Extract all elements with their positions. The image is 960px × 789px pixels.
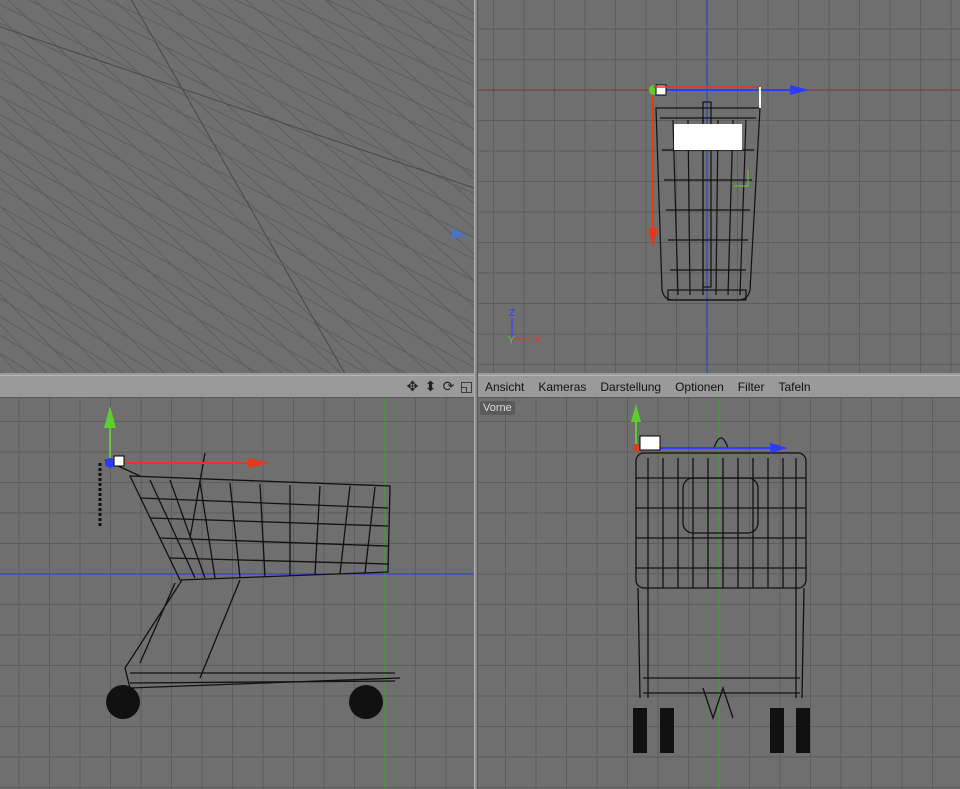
grid-line [0,297,126,374]
gizmo-y-label: Y [508,335,515,346]
grid-line [87,0,474,361]
zoom-icon[interactable]: ⬍ [423,378,438,395]
perspective-viewport[interactable] [0,0,474,374]
grid-line [0,224,260,374]
menu-filter[interactable]: Filter [731,380,772,394]
grid-line [67,0,474,195]
grid-line [424,0,474,22]
grid-line [0,354,19,374]
gizmo-z-label: Z [509,308,515,319]
grid-line [456,0,474,15]
grid-line [374,0,474,43]
right-view-scene [0,398,474,789]
grid-line [0,316,95,374]
menu-kameras[interactable]: Kameras [531,380,593,394]
grid-line [280,0,474,87]
grid-line [0,22,474,260]
grid-line [0,234,137,374]
grid-line [0,334,64,374]
menu-optionen[interactable]: Optionen [668,380,731,394]
front-view-menubar: Ansicht Kameras Darstellung Optionen Fil… [478,375,960,398]
grid-line [272,0,474,180]
grid-line [190,0,474,130]
grid-line [0,293,78,374]
maximize-view-icon[interactable]: ◱ [459,378,474,395]
grid-line [113,0,474,334]
rear-wheel [106,685,140,719]
front-viewport[interactable]: Vorne [478,398,960,789]
grid-line [0,169,369,374]
right-viewport[interactable] [0,398,474,789]
top-view-scene: Z Y X [478,0,960,374]
viewport-divider-vertical[interactable] [474,0,478,789]
grid-line [0,177,195,374]
grid-line [0,26,474,189]
grid-line [0,150,407,374]
front-wheel [349,685,383,719]
rotate-icon[interactable]: ⟳ [441,378,456,395]
perspective-grid [0,0,474,374]
menu-tafeln[interactable]: Tafeln [771,380,817,394]
grid-line [140,0,474,307]
right-view-menubar: ✥ ⬍ ⟳ ◱ [0,375,476,398]
grid-line [0,77,474,325]
grid-line [324,0,474,131]
grid-line [404,0,474,60]
grid-line [0,263,107,374]
front-view-scene [478,398,960,789]
gizmo-x-label: X [534,335,541,346]
grid-line [234,0,474,108]
top-viewport[interactable]: Z Y X [478,0,960,374]
front-casters [633,708,810,753]
menu-ansicht[interactable]: Ansicht [478,380,531,394]
cart-handle-plate [674,124,742,150]
grid-line [28,0,474,217]
grid-line [0,149,225,374]
menu-darstellung[interactable]: Darstellung [593,380,668,394]
grid-line [0,16,372,374]
grid-line [326,0,474,65]
grid-line [0,352,34,374]
move-icon[interactable]: ✥ [405,378,420,395]
grid-line [0,279,159,374]
viewport-label-front: Vorne [480,401,515,415]
